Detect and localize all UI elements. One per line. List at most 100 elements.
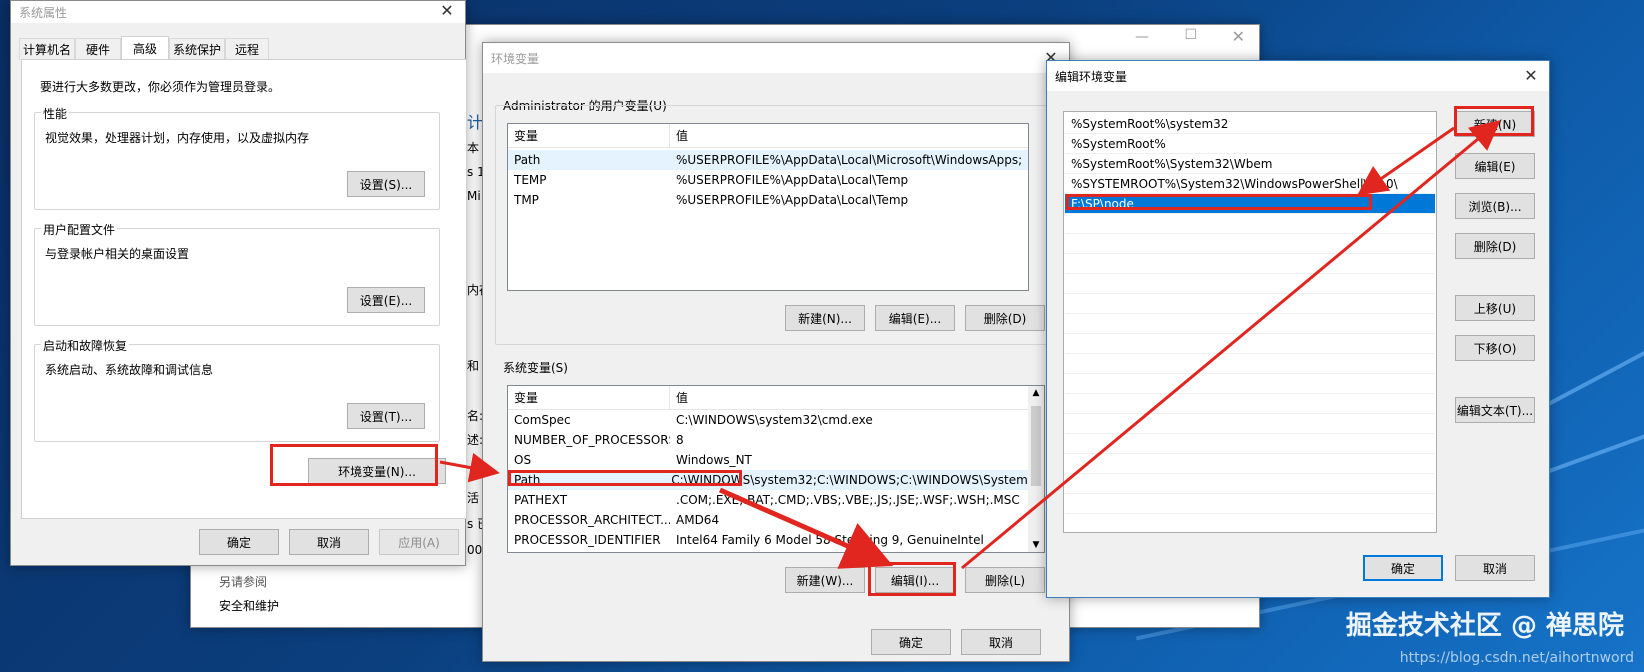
empty-row[interactable] — [1065, 254, 1435, 274]
variable-value: %USERPROFILE%\AppData\Local\Temp — [676, 173, 909, 187]
cancel-button[interactable]: 取消 — [961, 629, 1041, 655]
group-label: 用户配置文件 — [41, 221, 118, 238]
system-variables-list[interactable]: 变量 值 ComSpec C:\WINDOWS\system32\cmd.exe… — [507, 385, 1045, 553]
empty-row[interactable] — [1065, 354, 1435, 374]
variable-value: 8 — [676, 433, 684, 447]
empty-row[interactable] — [1065, 374, 1435, 394]
empty-row[interactable] — [1065, 234, 1435, 254]
ok-button[interactable]: 确定 — [1363, 555, 1443, 581]
partial-text: 名: — [467, 409, 484, 423]
environment-variables-titlebar: 环境变量 ✕ — [483, 43, 1069, 73]
watermark-url: https://blog.csdn.net/aihortnword — [1399, 650, 1634, 666]
empty-row[interactable] — [1065, 214, 1435, 234]
user-profiles-settings-button[interactable]: 设置(E)... — [347, 287, 425, 313]
performance-settings-button[interactable]: 设置(S)... — [347, 171, 425, 197]
tab-remote[interactable]: 远程 — [225, 38, 269, 60]
variable-name: PROCESSOR_IDENTIFIER — [514, 533, 661, 547]
list-item[interactable]: PROCESSOR_IDENTIFIER Intel64 Family 6 Mo… — [508, 530, 1028, 550]
close-icon[interactable]: ✕ — [1521, 66, 1541, 86]
variable-name: PATHEXT — [514, 493, 568, 507]
close-icon[interactable]: ✕ — [437, 1, 457, 21]
delete-entry-button[interactable]: 删除(D) — [1455, 233, 1535, 259]
empty-row[interactable] — [1065, 334, 1435, 354]
move-down-button[interactable]: 下移(O) — [1455, 335, 1535, 361]
path-entries-list[interactable]: %SystemRoot%\system32 %SystemRoot% %Syst… — [1063, 111, 1437, 533]
group-label: 性能 — [41, 105, 70, 122]
security-link[interactable]: 安全和维护 — [219, 597, 279, 614]
cancel-button[interactable]: 取消 — [1455, 555, 1535, 581]
dialog-title: 环境变量 — [491, 51, 540, 66]
tab-computer-name[interactable]: 计算机名 — [19, 38, 75, 60]
system-delete-button[interactable]: 删除(L) — [965, 567, 1045, 593]
variable-value: C:\WINDOWS\system32\cmd.exe — [676, 413, 873, 427]
highlight-new-button — [1454, 106, 1534, 136]
dialog-title: 系统属性 — [19, 5, 68, 20]
path-entry[interactable]: %SystemRoot% — [1065, 134, 1435, 154]
variable-value: Intel64 Family 6 Model 58 Stepping 9, Ge… — [676, 533, 984, 547]
ok-button[interactable]: 确定 — [199, 529, 279, 555]
user-edit-button[interactable]: 编辑(E)... — [875, 305, 955, 331]
empty-row[interactable] — [1065, 394, 1435, 414]
empty-row[interactable] — [1065, 454, 1435, 474]
column-header-variable[interactable]: 变量 — [508, 386, 670, 409]
partial-text: 述: — [467, 433, 484, 447]
path-entry[interactable]: %SYSTEMROOT%\System32\WindowsPowerShell\… — [1065, 174, 1435, 194]
list-item[interactable]: Path %USERPROFILE%\AppData\Local\Microso… — [508, 150, 1028, 170]
highlight-path-row — [508, 470, 742, 486]
list-item[interactable]: TEMP %USERPROFILE%\AppData\Local\Temp — [508, 170, 1028, 190]
scroll-down-arrow-icon[interactable]: ▼ — [1028, 540, 1044, 550]
column-header-variable[interactable]: 变量 — [508, 124, 670, 147]
tab-system-protection[interactable]: 系统保护 — [169, 38, 225, 60]
list-item[interactable]: NUMBER_OF_PROCESSORS 8 — [508, 430, 1028, 450]
ok-button[interactable]: 确定 — [871, 629, 951, 655]
column-header-value[interactable]: 值 — [670, 124, 1028, 147]
browse-button[interactable]: 浏览(B)... — [1455, 193, 1535, 219]
user-new-button[interactable]: 新建(N)... — [785, 305, 865, 331]
close-icon[interactable]: ✕ — [1232, 27, 1245, 46]
partial-text: 和 — [467, 359, 480, 373]
path-entry[interactable]: %SystemRoot%\System32\Wbem — [1065, 154, 1435, 174]
list-item[interactable]: TMP %USERPROFILE%\AppData\Local\Temp — [508, 190, 1028, 210]
tab-hardware[interactable]: 硬件 — [75, 38, 121, 60]
edit-text-button[interactable]: 编辑文本(T)... — [1455, 397, 1535, 423]
edit-entry-button[interactable]: 编辑(E) — [1455, 153, 1535, 179]
edit-environment-variable-dialog: 编辑环境变量 ✕ %SystemRoot%\system32 %SystemRo… — [1046, 60, 1550, 598]
apply-button[interactable]: 应用(A) — [379, 529, 459, 555]
cancel-button[interactable]: 取消 — [289, 529, 369, 555]
user-variables-list[interactable]: 变量 值 Path %USERPROFILE%\AppData\Local\Mi… — [507, 123, 1029, 291]
empty-row[interactable] — [1065, 414, 1435, 434]
vertical-scrollbar[interactable]: ▲ ▼ — [1028, 386, 1044, 552]
variable-value: %USERPROFILE%\AppData\Local\Temp — [676, 193, 909, 207]
startup-recovery-group: 启动和故障恢复 系统启动、系统故障和调试信息 设置(T)... — [34, 337, 440, 442]
column-header-value[interactable]: 值 — [670, 386, 1028, 409]
list-header: 变量 值 — [508, 386, 1028, 410]
variable-name: Path — [514, 153, 541, 167]
see-also-label: 另请参阅 — [219, 575, 268, 589]
watermark-text: 掘金技术社区 @ 禅思院 — [1345, 611, 1624, 641]
path-entry[interactable]: %SystemRoot%\system32 — [1065, 114, 1435, 134]
system-variables-label: 系统变量(S) — [503, 361, 568, 375]
empty-row[interactable] — [1065, 294, 1435, 314]
empty-row[interactable] — [1065, 494, 1435, 514]
startup-recovery-settings-button[interactable]: 设置(T)... — [347, 403, 425, 429]
variable-name: TEMP — [514, 173, 547, 187]
list-item[interactable]: OS Windows_NT — [508, 450, 1028, 470]
maximize-icon[interactable]: ☐ — [1184, 27, 1197, 43]
list-item[interactable]: ComSpec C:\WINDOWS\system32\cmd.exe — [508, 410, 1028, 430]
tab-advanced[interactable]: 高级 — [121, 36, 169, 60]
empty-row[interactable] — [1065, 314, 1435, 334]
list-item[interactable]: PATHEXT .COM;.EXE;.BAT;.CMD;.VBS;.VBE;.J… — [508, 490, 1028, 510]
empty-row[interactable] — [1065, 274, 1435, 294]
variable-name: ComSpec — [514, 413, 571, 427]
user-delete-button[interactable]: 删除(D) — [965, 305, 1045, 331]
scrollbar-thumb[interactable] — [1031, 406, 1041, 486]
move-up-button[interactable]: 上移(U) — [1455, 295, 1535, 321]
partial-text: 00 — [467, 543, 483, 557]
empty-row[interactable] — [1065, 474, 1435, 494]
highlight-new-node-entry — [1066, 194, 1372, 210]
scroll-up-arrow-icon[interactable]: ▲ — [1028, 388, 1044, 398]
minimize-icon[interactable]: — — [1135, 29, 1149, 45]
empty-row[interactable] — [1065, 434, 1435, 454]
list-item[interactable]: PROCESSOR_ARCHITECT... AMD64 — [508, 510, 1028, 530]
system-new-button[interactable]: 新建(W)... — [785, 567, 865, 593]
